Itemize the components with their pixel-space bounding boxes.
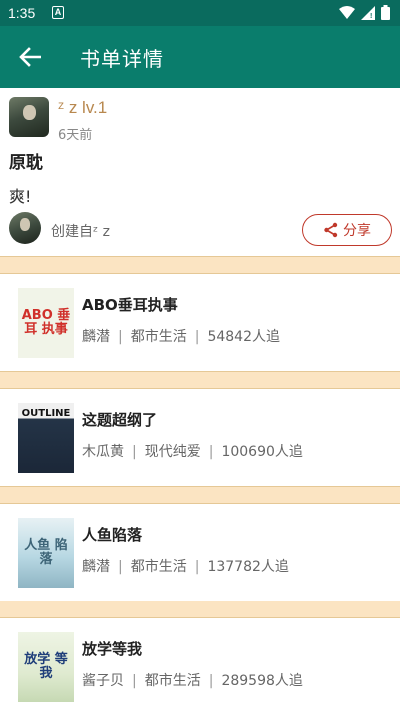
book-category: 都市生活 bbox=[130, 559, 187, 575]
battery-icon bbox=[381, 5, 390, 20]
back-button[interactable] bbox=[14, 41, 46, 73]
booklist-description: 爽! bbox=[9, 187, 32, 206]
book-cover: OUTLINE bbox=[18, 403, 74, 473]
signal-icon: ! bbox=[361, 5, 375, 20]
creator-avatar[interactable] bbox=[9, 212, 41, 244]
svg-text:!: ! bbox=[370, 13, 372, 20]
book-followers: 54842人追 bbox=[207, 329, 280, 345]
book-category: 都市生活 bbox=[130, 329, 187, 345]
share-button[interactable]: 分享 bbox=[302, 214, 392, 246]
book-cover: 人鱼 陷落 bbox=[18, 518, 74, 588]
creator-label: 创建自ᶻ z bbox=[51, 224, 110, 240]
book-author: 麟潜 bbox=[82, 559, 110, 575]
wifi-icon bbox=[339, 5, 355, 19]
notification-icon: A bbox=[52, 6, 64, 19]
status-icons: ! bbox=[339, 5, 390, 20]
section-divider bbox=[0, 371, 400, 389]
booklist-title: 原耽 bbox=[9, 153, 43, 173]
status-bar: 1:35 A ! bbox=[0, 0, 400, 26]
book-category: 都市生活 bbox=[144, 673, 201, 689]
share-label: 分享 bbox=[343, 223, 371, 239]
book-title: 放学等我 bbox=[82, 640, 143, 658]
book-meta: 酱子贝 | 都市生活 | 289598人追 bbox=[82, 673, 303, 689]
arrow-left-icon bbox=[19, 47, 41, 67]
book-author: 酱子贝 bbox=[82, 673, 124, 689]
book-title: 人鱼陷落 bbox=[82, 526, 143, 544]
book-meta: 麟潜 | 都市生活 | 54842人追 bbox=[82, 329, 280, 345]
book-item[interactable]: 人鱼 陷落 人鱼陷落 麟潜 | 都市生活 | 137782人追 bbox=[0, 504, 400, 601]
book-item[interactable]: 放学 等我 放学等我 酱子贝 | 都市生活 | 289598人追 bbox=[0, 618, 400, 710]
book-meta: 麟潜 | 都市生活 | 137782人追 bbox=[82, 559, 289, 575]
app-bar: 书单详情 bbox=[0, 26, 400, 88]
book-author: 麟潜 bbox=[82, 329, 110, 345]
book-title: ABO垂耳执事 bbox=[82, 296, 178, 314]
share-icon bbox=[324, 222, 338, 238]
book-cover: 放学 等我 bbox=[18, 632, 74, 702]
page-title: 书单详情 bbox=[80, 47, 164, 71]
book-author: 木瓜黄 bbox=[82, 444, 124, 460]
book-followers: 289598人追 bbox=[221, 673, 303, 689]
book-category: 现代纯爱 bbox=[144, 444, 201, 460]
username[interactable]: ᶻ z lv.1 bbox=[58, 98, 107, 118]
book-cover: ABO 垂耳 执事 bbox=[18, 288, 74, 358]
book-meta: 木瓜黄 | 现代纯爱 | 100690人追 bbox=[82, 444, 303, 460]
book-followers: 100690人追 bbox=[221, 444, 303, 460]
book-item[interactable]: OUTLINE 这题超纲了 木瓜黄 | 现代纯爱 | 100690人追 bbox=[0, 389, 400, 486]
status-time: 1:35 bbox=[8, 5, 36, 21]
section-divider bbox=[0, 486, 400, 504]
book-title: 这题超纲了 bbox=[82, 411, 158, 429]
book-item[interactable]: ABO 垂耳 执事 ABO垂耳执事 麟潜 | 都市生活 | 54842人追 bbox=[0, 274, 400, 371]
user-avatar[interactable] bbox=[9, 97, 49, 137]
section-divider bbox=[0, 256, 400, 274]
section-divider bbox=[0, 600, 400, 618]
post-time: 6天前 bbox=[58, 128, 93, 143]
book-followers: 137782人追 bbox=[207, 559, 289, 575]
booklist-header: ᶻ z lv.1 6天前 原耽 爽! 创建自ᶻ z 分享 bbox=[0, 88, 400, 256]
